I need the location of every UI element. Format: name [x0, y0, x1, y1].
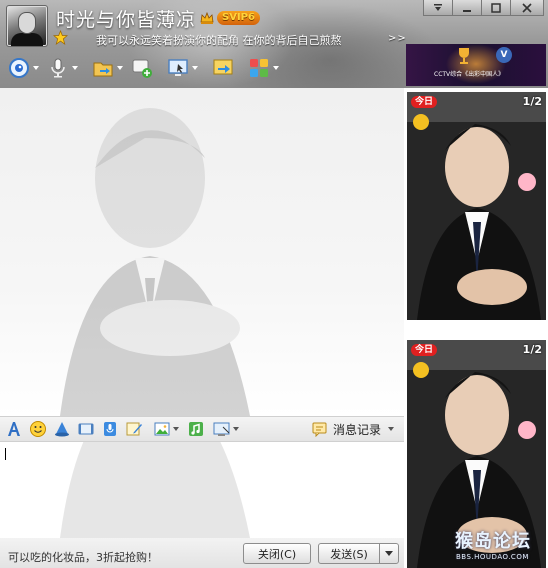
- window-controls: [423, 0, 544, 16]
- shake-icon[interactable]: [53, 420, 71, 438]
- voice-message-icon[interactable]: [101, 420, 119, 438]
- remote-desktop-button[interactable]: [167, 55, 198, 81]
- file-transfer-icon: [93, 62, 113, 77]
- show-card-tag: 今日: [411, 344, 438, 356]
- create-group-button[interactable]: [131, 55, 153, 81]
- voice-call-button[interactable]: [47, 55, 78, 81]
- star-icon[interactable]: [53, 30, 68, 45]
- message-history-icon: [312, 422, 327, 437]
- promo-link[interactable]: 可以吃的化妆品，3折起抢购！: [8, 549, 158, 565]
- ad-banner[interactable]: V CCTV综合《出彩中国人》: [406, 44, 546, 86]
- ad-logo: V: [496, 47, 512, 63]
- message-history-button[interactable]: 消息记录: [312, 420, 394, 438]
- remote-desktop-icon: [168, 59, 188, 76]
- svip-badge[interactable]: SVIP6: [200, 9, 260, 27]
- send-button[interactable]: 发送(S): [318, 543, 380, 564]
- menu-icon[interactable]: [423, 0, 453, 16]
- contact-avatar[interactable]: [6, 5, 48, 47]
- signature-more-button[interactable]: >>: [388, 33, 407, 44]
- magic-expression-icon[interactable]: [77, 420, 95, 438]
- contact-show-photo: [407, 92, 546, 320]
- contact-signature: 我可以永远笑着扮演你的配角 在你的背后自己煎熬: [96, 34, 342, 47]
- chat-toolbar: [0, 52, 405, 84]
- chevron-down-icon: [385, 550, 393, 556]
- close-button[interactable]: 关闭(C): [243, 543, 311, 564]
- screen-share-button[interactable]: [212, 55, 234, 81]
- app-grid-button[interactable]: [248, 55, 279, 81]
- send-options-button[interactable]: [379, 543, 399, 564]
- message-history-label: 消息记录: [332, 422, 381, 437]
- app-grid-icon: [250, 59, 268, 77]
- music-icon[interactable]: [187, 420, 205, 438]
- text-caret: [5, 448, 6, 460]
- svip-level-label: SVIP6: [217, 11, 260, 25]
- crown-icon: [200, 12, 214, 24]
- trophy-icon: [459, 48, 469, 64]
- video-call-icon: [9, 58, 29, 78]
- screenshot-icon[interactable]: [213, 420, 231, 438]
- chat-window-header: 时光与你皆薄凉 SVIP6 我可以永远笑着扮演你的配角 在你的背后自己煎熬 >>: [0, 0, 548, 88]
- forum-watermark-url: BBS.HOUDAO.COM: [456, 553, 529, 561]
- screen-share-icon: [213, 59, 233, 75]
- video-call-button[interactable]: [8, 55, 39, 81]
- chat-background-photo: [60, 108, 250, 416]
- input-background-photo: [60, 442, 250, 538]
- contact-nickname[interactable]: 时光与你皆薄凉: [56, 5, 196, 32]
- bottom-bar: 可以吃的化妆品，3折起抢购！ 关闭(C) 发送(S): [0, 538, 404, 568]
- input-toolbar: 消息记录: [0, 416, 404, 442]
- maximize-icon[interactable]: [481, 0, 511, 16]
- ad-text: CCTV综合《出彩中国人》: [434, 71, 505, 78]
- emoji-icon[interactable]: [29, 420, 47, 438]
- message-input[interactable]: [0, 442, 404, 538]
- minimize-icon[interactable]: [452, 0, 482, 16]
- font-icon[interactable]: [5, 420, 23, 438]
- voice-call-icon: [51, 58, 65, 78]
- show-card-page[interactable]: 1/2: [523, 343, 542, 356]
- image-icon[interactable]: [153, 420, 171, 438]
- sticky-note-icon[interactable]: [125, 420, 143, 438]
- show-card[interactable]: 今日 1/2: [407, 92, 546, 320]
- message-display-area[interactable]: [0, 88, 404, 416]
- show-card-tag: 今日: [411, 96, 438, 108]
- close-icon[interactable]: [510, 0, 544, 16]
- forum-watermark: 猴岛论坛: [455, 531, 531, 552]
- show-card-page[interactable]: 1/2: [523, 95, 542, 108]
- file-transfer-button[interactable]: [92, 55, 123, 81]
- create-group-icon: [132, 59, 152, 78]
- contact-show-panel: 今日 1/2 今日 1/2: [404, 88, 548, 568]
